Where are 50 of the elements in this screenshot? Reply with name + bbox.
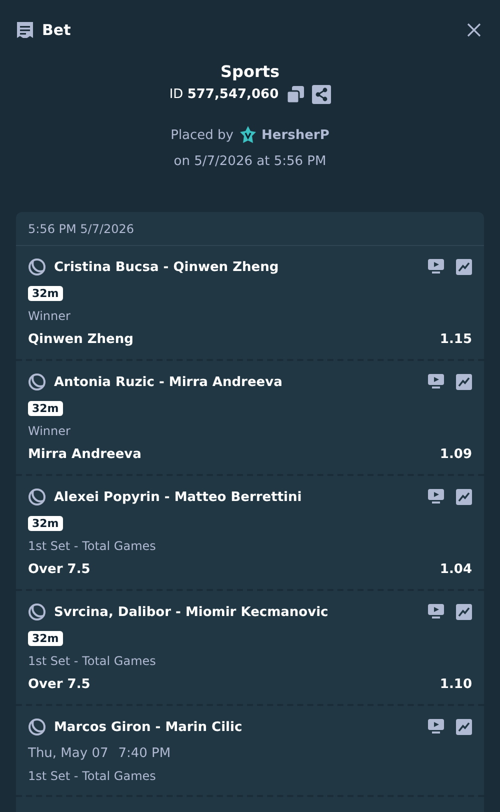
selection-name: Over 7.5 <box>28 677 90 692</box>
slip-timestamp: 5:56 PM 5/7/2026 <box>16 212 484 246</box>
copy-button[interactable] <box>286 86 304 103</box>
market-name: 1st Set - Total Games <box>28 654 157 668</box>
live-stream-button[interactable] <box>428 259 444 275</box>
market-name: Winner <box>28 309 72 323</box>
placed-date: on 5/7/2026 at 5:56 PM <box>174 154 326 169</box>
live-stream-button[interactable] <box>428 719 444 735</box>
receipt-icon <box>16 21 34 39</box>
placed-by-label: Placed by <box>170 128 234 142</box>
event-name[interactable]: Alexei Popyrin - Matteo Berrettini <box>54 490 302 504</box>
odds-value: 1.15 <box>440 332 472 347</box>
tennis-ball-icon <box>28 718 46 736</box>
live-time-badge: 32m <box>28 516 63 531</box>
market-name: Winner <box>28 424 72 438</box>
bet-id: ID 577,547,060 <box>169 87 279 102</box>
odds-value: 1.10 <box>440 677 472 692</box>
market-name: 1st Set - Total Games <box>28 769 157 783</box>
live-stream-button[interactable] <box>428 489 444 505</box>
stats-button[interactable] <box>456 259 472 275</box>
market-name: 1st Set - Total Games <box>28 539 157 553</box>
live-time-badge: 32m <box>28 631 63 646</box>
share-button[interactable] <box>312 85 331 104</box>
live-stream-button[interactable] <box>428 374 444 390</box>
bet-category: Sports <box>220 61 280 83</box>
tennis-ball-icon <box>28 373 46 391</box>
stats-button[interactable] <box>456 489 472 505</box>
selection-name: Mirra Andreeva <box>28 447 142 462</box>
odds-value: 1.09 <box>440 447 472 462</box>
vip-star-icon <box>238 126 257 144</box>
stats-button[interactable] <box>456 719 472 735</box>
stats-button[interactable] <box>456 604 472 620</box>
dialog-title: Bet <box>42 21 71 39</box>
event-name[interactable]: Svrcina, Dalibor - Miomir Kecmanovic <box>54 604 328 620</box>
event-name[interactable]: Cristina Bucsa - Qinwen Zheng <box>54 260 279 274</box>
live-stream-button[interactable] <box>428 604 444 620</box>
start-date: Thu, May 07 <box>28 746 108 761</box>
selection-name: Over 7.5 <box>28 562 90 577</box>
odds-value: 1.04 <box>440 562 472 577</box>
live-time-badge: 32m <box>28 401 63 416</box>
stats-button[interactable] <box>456 374 472 390</box>
selection-name: Qinwen Zheng <box>28 332 134 347</box>
live-time-badge: 32m <box>28 286 63 301</box>
tennis-ball-icon <box>28 258 46 276</box>
start-time: 7:40 PM <box>118 746 171 761</box>
tennis-ball-icon <box>28 603 46 621</box>
event-name[interactable]: Marcos Giron - Marin Cilic <box>54 720 242 734</box>
tennis-ball-icon <box>28 488 46 506</box>
username-link[interactable]: HersherP <box>262 128 330 142</box>
event-name[interactable]: Antonia Ruzic - Mirra Andreeva <box>54 374 282 390</box>
